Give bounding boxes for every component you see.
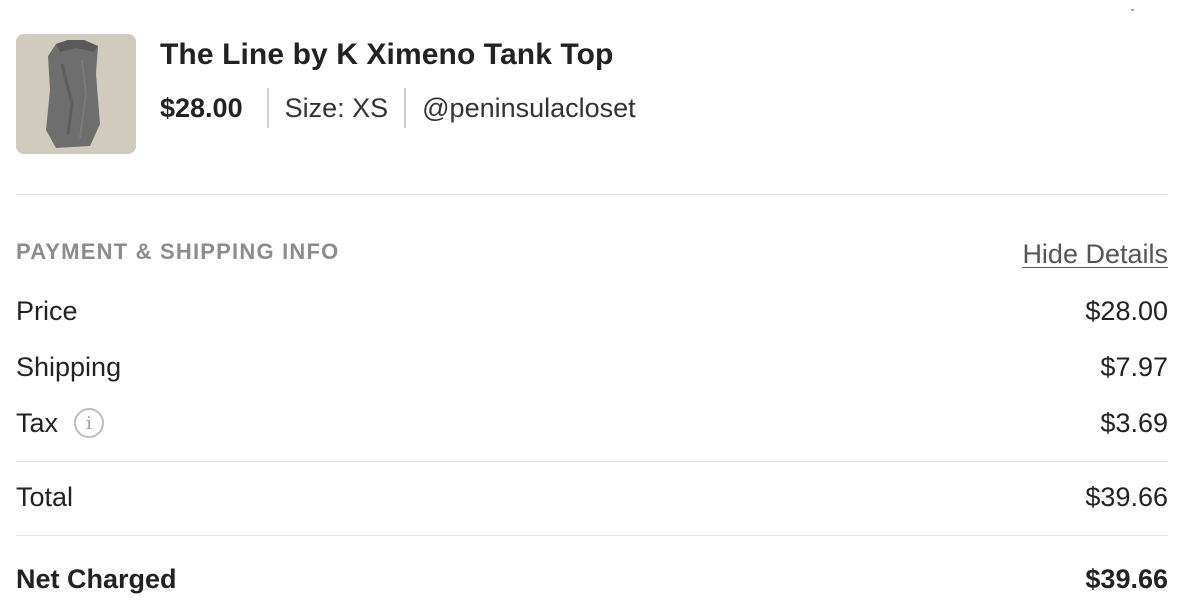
payment-section-label: PAYMENT & SHIPPING INFO xyxy=(16,239,340,264)
product-summary: The Line by K Ximeno Tank Top $28.00 Siz… xyxy=(16,34,1168,154)
meta-divider xyxy=(404,88,407,128)
section-divider xyxy=(16,194,1168,195)
net-divider xyxy=(16,535,1168,536)
price-row: Price $28.00 xyxy=(16,293,1168,329)
net-charged-row: Net Charged $39.66 xyxy=(16,561,1168,597)
shipping-value: $7.97 xyxy=(1100,351,1168,382)
price-label: Price xyxy=(16,295,78,326)
tank-top-image-icon xyxy=(16,34,136,154)
product-title[interactable]: The Line by K Ximeno Tank Top xyxy=(160,38,614,72)
hide-details-link[interactable]: Hide Details xyxy=(1022,239,1168,270)
net-charged-label: Net Charged xyxy=(16,563,177,594)
tax-label-wrap: Tax i xyxy=(16,407,105,439)
total-divider xyxy=(16,461,1168,462)
product-size: Size: XS xyxy=(284,92,389,123)
total-row: Total $39.66 xyxy=(16,479,1168,515)
total-value: $39.66 xyxy=(1085,481,1168,512)
info-circle-icon[interactable]: i xyxy=(74,408,105,438)
product-price: $28.00 xyxy=(160,92,243,123)
net-charged-value: $39.66 xyxy=(1085,563,1168,594)
order-details-page: The Line by K Ximeno Tank Top $28.00 Siz… xyxy=(0,0,1202,610)
product-meta: $28.00 Size: XS @peninsulacloset xyxy=(160,88,636,128)
shipping-label: Shipping xyxy=(16,351,122,382)
product-thumbnail[interactable] xyxy=(16,34,136,154)
tax-value: $3.69 xyxy=(1100,407,1168,438)
tax-label: Tax xyxy=(16,407,59,438)
shipping-row: Shipping $7.97 xyxy=(16,349,1168,385)
meta-divider xyxy=(266,88,269,128)
seller-username[interactable]: @peninsulacloset xyxy=(422,93,636,124)
total-label: Total xyxy=(16,481,74,512)
scroll-indicator-dot xyxy=(1131,9,1134,11)
tax-row: Tax i $3.69 xyxy=(16,405,1168,441)
price-value: $28.00 xyxy=(1085,295,1168,326)
